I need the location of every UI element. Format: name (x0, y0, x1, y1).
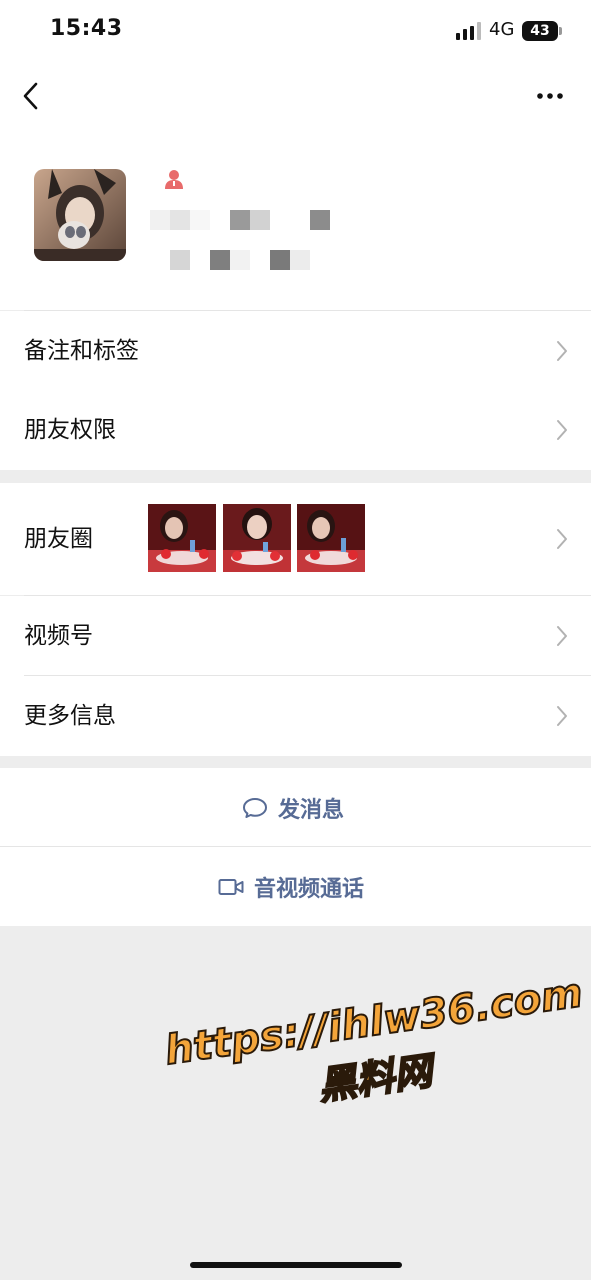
video-call-button[interactable]: 音视频通话 (0, 847, 591, 926)
chevron-left-icon[interactable] (14, 76, 54, 116)
moments-thumbnail (148, 504, 216, 572)
row-remark-tags[interactable]: 备注和标签 (0, 311, 591, 391)
send-message-button[interactable]: 发消息 (0, 768, 591, 847)
nav-bar (0, 64, 591, 134)
moments-thumbnail (297, 504, 365, 572)
row-label: 视频号 (24, 623, 93, 649)
home-indicator (190, 1262, 402, 1268)
status-time: 15:43 (50, 16, 123, 41)
chevron-right-icon (557, 341, 567, 361)
row-channels[interactable]: 视频号 (0, 596, 591, 676)
row-label: 更多信息 (24, 703, 116, 729)
signal-icon (456, 22, 481, 40)
redacted-name (150, 210, 330, 230)
chevron-right-icon (557, 626, 567, 646)
battery-nub (559, 27, 562, 35)
ellipsis-icon[interactable] (528, 80, 572, 112)
video-call-label: 音视频通话 (254, 876, 365, 902)
profile-card (0, 134, 591, 310)
video-camera-icon (218, 878, 244, 895)
row-more-info[interactable]: 更多信息 (0, 676, 591, 756)
user-icon (165, 170, 183, 189)
row-label: 朋友权限 (24, 417, 116, 443)
network-label: 4G (489, 19, 515, 40)
row-label: 朋友圈 (24, 526, 93, 552)
chevron-right-icon (557, 420, 567, 440)
redacted-id (170, 250, 310, 270)
send-message-label: 发消息 (278, 797, 345, 823)
chevron-right-icon (557, 529, 567, 549)
battery-icon: 43 (522, 21, 558, 41)
row-label: 备注和标签 (24, 338, 139, 364)
row-friend-permissions[interactable]: 朋友权限 (0, 390, 591, 470)
row-moments[interactable]: 朋友圈 (0, 483, 591, 595)
avatar[interactable] (34, 169, 126, 261)
moments-thumbnail (223, 504, 291, 572)
chevron-right-icon (557, 706, 567, 726)
status-bar: 15:43 4G 43 (0, 0, 591, 64)
watermark: https://ihlw36.com 黑料网 (150, 942, 586, 1129)
chat-bubble-icon (243, 797, 267, 818)
